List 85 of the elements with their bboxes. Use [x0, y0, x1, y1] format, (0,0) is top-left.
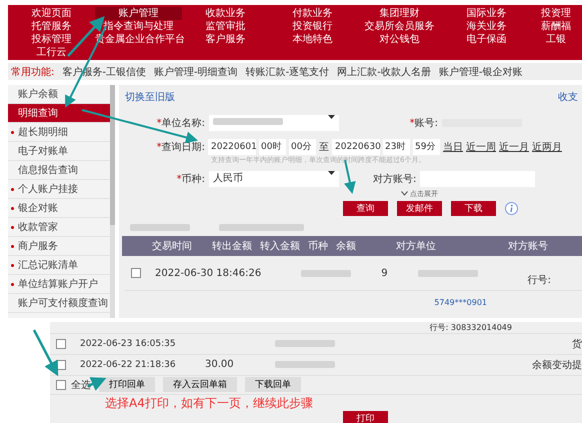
nav-menu-item[interactable]: 工行云	[8, 46, 95, 59]
action-button[interactable]: 下载	[451, 201, 496, 216]
column-header: 对方账号	[508, 240, 549, 253]
nav-menu-item[interactable]: 工银	[530, 33, 582, 46]
currency-label: *币种:	[176, 172, 205, 186]
counter-account-label: 对方账号:	[373, 172, 416, 186]
table-cell-text: 2022-06-22 21:18:36	[80, 360, 177, 370]
table-cell: 2022-06-30 18:46:26	[155, 268, 262, 278]
quick-link[interactable]: 转账汇款-逐笔支付	[246, 64, 330, 78]
date-range-link[interactable]: 近一月	[499, 140, 529, 154]
nav-menu-item[interactable]: 薪酬福	[530, 20, 582, 33]
table-cell-text: 余额变动提	[532, 358, 582, 372]
quick-link[interactable]: 账户管理-银企对账	[438, 64, 522, 78]
blurred-text	[275, 340, 335, 348]
scrollbar[interactable]	[110, 85, 115, 318]
quick-bar-label: 常用功能:	[11, 66, 54, 78]
blurred-text	[275, 361, 335, 368]
table-cell-text: 2022-06-23 16:05:35	[80, 338, 177, 349]
caret-icon	[328, 171, 335, 175]
sidebar-item[interactable]: 明细查询	[8, 104, 110, 123]
quick-link[interactable]: 账户管理-明细查询	[154, 64, 238, 78]
bank-number-text: 行号: 308332014049	[428, 322, 513, 333]
start-hour-select[interactable]: 00时	[259, 139, 286, 155]
end-hour-select[interactable]: 23时	[383, 139, 410, 155]
account-label: *账号:	[408, 116, 438, 130]
annotation-arrow	[32, 329, 58, 376]
annotation-text: 选择A4打印，如有下一页，继续此步骤	[105, 395, 314, 412]
column-header: 余额	[336, 240, 357, 253]
nav-menu-item[interactable]: 交易所会员服务	[356, 20, 443, 33]
nav-menu-item[interactable]: 账户管理	[95, 7, 182, 20]
receipt-button[interactable]: 打印回单	[99, 377, 155, 392]
column-header: 转出金额	[212, 240, 253, 253]
type-link[interactable]: 收支	[558, 90, 578, 104]
unit-name-label: *单位名称:	[156, 116, 205, 130]
start-date-field[interactable]: 20220601	[208, 139, 256, 155]
select-all-label: 全选	[71, 378, 91, 392]
caret-icon	[328, 115, 335, 119]
table-cell-text: 货	[572, 338, 582, 351]
end-minute-select[interactable]: 59分	[413, 139, 440, 155]
account-number-link[interactable]: 5749***0901	[434, 298, 487, 307]
chevron-down-icon	[401, 191, 408, 196]
table-cell-text: 30.00	[205, 359, 235, 370]
end-date-field[interactable]: 20220630	[332, 139, 380, 155]
blurred-amount	[301, 270, 352, 276]
date-separator: 至	[319, 141, 329, 154]
nav-menu-item[interactable]: 海关业务	[443, 20, 530, 33]
nav-menu-item[interactable]: 集团理财	[356, 7, 443, 20]
info-icon[interactable]	[505, 202, 518, 215]
receipt-button[interactable]: 存入云回单箱	[163, 377, 237, 392]
date-range-link[interactable]: 近一周	[466, 140, 496, 154]
nav-menu-item[interactable]: 国际业务	[443, 7, 530, 20]
action-button[interactable]: 发邮件	[397, 201, 442, 216]
action-button[interactable]: 查询	[343, 201, 388, 216]
column-header: 对方单位	[396, 240, 437, 253]
nav-menu-item[interactable]: 付款业务	[269, 7, 356, 20]
table-cell-text: 行号:	[528, 274, 551, 287]
nav-menu-item[interactable]: 指令查询与处理	[95, 20, 182, 33]
nav-menu-item[interactable]: 投资理	[530, 7, 582, 20]
nav-menu-item[interactable]: 电子保函	[443, 33, 530, 46]
column-header: 币种	[308, 240, 329, 253]
table-cell: 9	[381, 268, 388, 278]
date-range-link[interactable]: 近两月	[532, 140, 562, 154]
receipt-button[interactable]: 下载回单	[245, 377, 301, 392]
quick-link[interactable]: 网上汇款-收款人名册	[337, 64, 431, 78]
row-checkbox[interactable]	[131, 268, 141, 278]
nav-menu-item[interactable]: 监管审批	[182, 20, 269, 33]
row-checkbox[interactable]	[56, 338, 66, 349]
select-all-checkbox[interactable]	[56, 380, 66, 390]
column-header: 交易时间	[152, 240, 193, 253]
print-button[interactable]: 打印	[343, 411, 388, 423]
nav-menu-item[interactable]: 投资银行	[269, 20, 356, 33]
column-header: 转入金额	[260, 240, 301, 253]
date-range-link[interactable]: 当日	[443, 140, 463, 154]
currency-select[interactable]: 人民币	[209, 171, 339, 187]
nav-menu-item[interactable]: 托管服务	[8, 20, 95, 33]
blurred-text	[130, 224, 190, 230]
nav-menu-item[interactable]: 对公钱包	[356, 33, 443, 46]
blurred-counterparty	[418, 270, 478, 276]
nav-menu-item[interactable]: 欢迎页面	[8, 7, 95, 20]
nav-menu-item[interactable]: 投标管理	[8, 33, 95, 46]
switch-version-link[interactable]: 切换至旧版	[125, 90, 175, 104]
nav-menu-item[interactable]: 收款业务	[182, 7, 269, 20]
nav-menu-item[interactable]: 本地特色	[269, 33, 356, 46]
query-date-label: *查询日期:	[156, 140, 205, 154]
start-minute-select[interactable]: 00分	[289, 139, 316, 155]
